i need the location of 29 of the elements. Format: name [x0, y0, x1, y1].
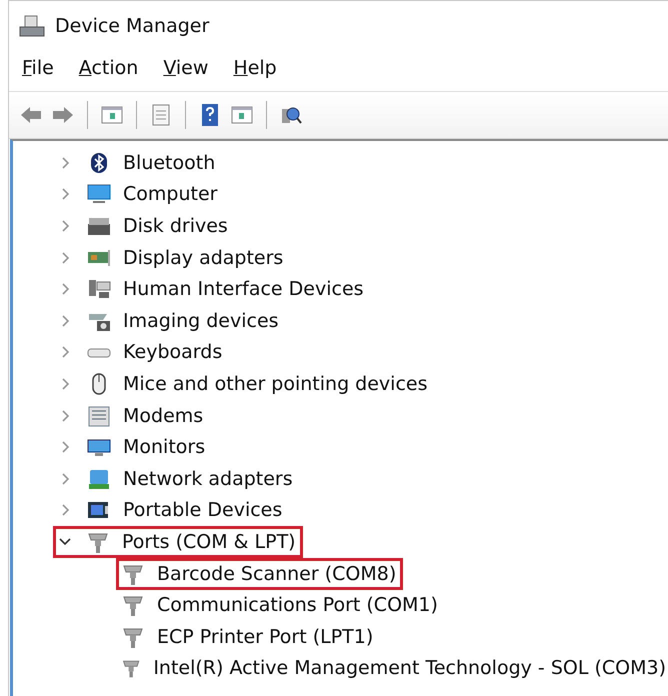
menu-item[interactable]: Help: [230, 55, 280, 81]
monitor-icon: [87, 183, 111, 206]
tree-item[interactable]: Barcode Scanner (COM8): [155, 560, 398, 587]
tree-item[interactable]: Mice and other pointing devices: [121, 370, 430, 397]
port-icon: [121, 594, 145, 616]
tree-item[interactable]: Display adapters: [121, 244, 286, 271]
tree-item[interactable]: Intel(R) Active Management Technology - SOL (COM3): [151, 655, 668, 682]
tree-item[interactable]: Bluetooth: [121, 150, 218, 176]
tree-item[interactable]: ECP Printer Port (LPT1): [155, 624, 376, 650]
menu-item[interactable]: Action: [76, 55, 142, 81]
port-icon: [121, 562, 145, 585]
tree-item[interactable]: Monitors: [121, 434, 208, 460]
tree-item[interactable]: Imaging devices: [121, 308, 281, 334]
port-icon: [121, 626, 145, 648]
tree-item[interactable]: Communications Port (COM1): [155, 592, 440, 618]
tree-item[interactable]: Keyboards: [121, 339, 224, 366]
tree-item[interactable]: Network adapters: [121, 466, 295, 492]
network-adapter-icon: [87, 468, 111, 490]
tree-item[interactable]: Modems: [121, 402, 206, 429]
menu-item[interactable]: File: [19, 55, 57, 81]
tree-item[interactable]: Ports (COM & LPT): [120, 528, 298, 555]
tree-item[interactable]: Computer: [121, 181, 220, 208]
window-title: Device Manager: [55, 15, 210, 37]
tree-item[interactable]: Human Interface Devices: [121, 276, 366, 302]
tree-item[interactable]: Portable Devices: [121, 497, 284, 524]
port-icon: [86, 530, 110, 553]
tree-item[interactable]: Disk drives: [121, 212, 230, 239]
menu-item[interactable]: View: [160, 55, 212, 81]
modem-icon: [87, 404, 111, 427]
